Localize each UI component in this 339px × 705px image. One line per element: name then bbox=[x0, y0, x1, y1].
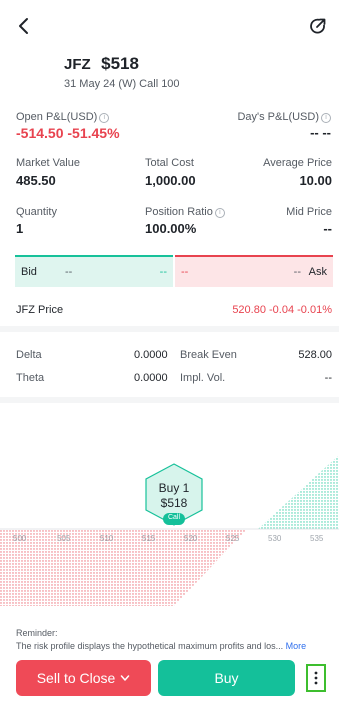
tick-label: 515 bbox=[142, 534, 156, 543]
bid-panel[interactable]: Bid -- -- bbox=[15, 255, 173, 287]
underlying-price-value: 520.80 -0.04 -0.01% bbox=[232, 304, 332, 316]
profit-area bbox=[258, 455, 339, 529]
delta-value: 0.0000 bbox=[134, 349, 168, 361]
tick-label: 505 bbox=[57, 534, 71, 543]
info-icon[interactable]: i bbox=[214, 208, 225, 218]
tick-label: 530 bbox=[268, 534, 282, 543]
risk-profile-svg bbox=[0, 455, 339, 606]
day-pl-label: Day's P&L(USD) i bbox=[237, 111, 331, 123]
impl-vol-value: -- bbox=[324, 372, 332, 384]
ask-panel[interactable]: -- -- Ask bbox=[175, 255, 333, 287]
bid-price: -- bbox=[65, 266, 73, 278]
market-value-label: Market Value bbox=[16, 157, 80, 169]
quantity-label: Quantity bbox=[16, 206, 57, 218]
ask-label: Ask bbox=[308, 266, 327, 278]
open-pl-label: Open P&L(USD) i bbox=[16, 111, 110, 123]
market-value: 485.50 bbox=[16, 173, 56, 188]
theta-label: Theta bbox=[16, 372, 45, 384]
tick-label: 525 bbox=[226, 534, 240, 543]
back-icon[interactable] bbox=[14, 16, 34, 36]
contract-header: JFZ $518 bbox=[64, 54, 139, 74]
info-icon[interactable]: i bbox=[99, 113, 110, 123]
impl-vol-label: Impl. Vol. bbox=[180, 372, 226, 384]
position-ratio-label: Position Ratio i bbox=[145, 206, 225, 218]
reminder-text: The risk profile displays the hypothetic… bbox=[16, 641, 307, 651]
average-price-label: Average Price bbox=[263, 157, 332, 169]
tick-label: 520 bbox=[184, 534, 198, 543]
quantity: 1 bbox=[16, 221, 24, 236]
bid-label: Bid bbox=[21, 266, 37, 278]
underlying-label: Price bbox=[38, 304, 64, 316]
theta-value: 0.0000 bbox=[134, 372, 168, 384]
tick-label: 535 bbox=[310, 534, 324, 543]
position-ratio: 100.00% bbox=[145, 221, 197, 236]
buy-button[interactable]: Buy bbox=[158, 660, 295, 696]
info-icon[interactable]: i bbox=[321, 113, 331, 123]
price-axis-ticks: 500 505 510 515 520 525 530 535 bbox=[0, 534, 339, 546]
section-divider bbox=[0, 326, 339, 332]
reminder-more-link[interactable]: More bbox=[286, 641, 307, 651]
day-pl-value: -- -- bbox=[310, 125, 331, 140]
underlying-symbol: JFZ bbox=[16, 304, 35, 316]
strike-marker-tag: Call bbox=[167, 514, 181, 521]
mid-price: -- bbox=[323, 221, 332, 236]
header-price: $518 bbox=[101, 54, 139, 73]
bid-size: -- bbox=[159, 266, 167, 278]
more-options-icon[interactable] bbox=[306, 664, 326, 692]
strike-marker-line2: $518 bbox=[160, 496, 188, 510]
total-cost-label: Total Cost bbox=[145, 157, 194, 169]
chevron-down-icon bbox=[121, 675, 130, 681]
tick-label: 500 bbox=[13, 534, 27, 543]
contract-description: 31 May 24 (W) Call 100 bbox=[64, 78, 180, 90]
average-price: 10.00 bbox=[299, 173, 332, 188]
break-even-label: Break Even bbox=[180, 349, 237, 361]
strike-marker-line1: Buy 1 bbox=[158, 481, 190, 495]
sell-to-close-label: Sell to Close bbox=[36, 670, 116, 686]
header-symbol: JFZ bbox=[64, 56, 91, 73]
sell-to-close-button[interactable]: Sell to Close bbox=[16, 660, 151, 696]
tick-label: 510 bbox=[100, 534, 114, 543]
open-pl-value: -514.50 -51.45% bbox=[16, 125, 120, 141]
reminder-title: Reminder: bbox=[16, 628, 58, 638]
risk-profile-chart bbox=[0, 455, 339, 610]
break-even-value: 528.00 bbox=[298, 349, 332, 361]
share-icon[interactable] bbox=[308, 16, 328, 36]
ask-price: -- bbox=[181, 266, 189, 278]
section-divider bbox=[0, 397, 339, 403]
mid-price-label: Mid Price bbox=[286, 206, 332, 218]
total-cost: 1,000.00 bbox=[145, 173, 196, 188]
ask-size: -- bbox=[293, 266, 301, 278]
delta-label: Delta bbox=[16, 349, 42, 361]
buy-label: Buy bbox=[214, 670, 239, 686]
underlying-price-row[interactable]: JFZ Price bbox=[16, 304, 63, 316]
